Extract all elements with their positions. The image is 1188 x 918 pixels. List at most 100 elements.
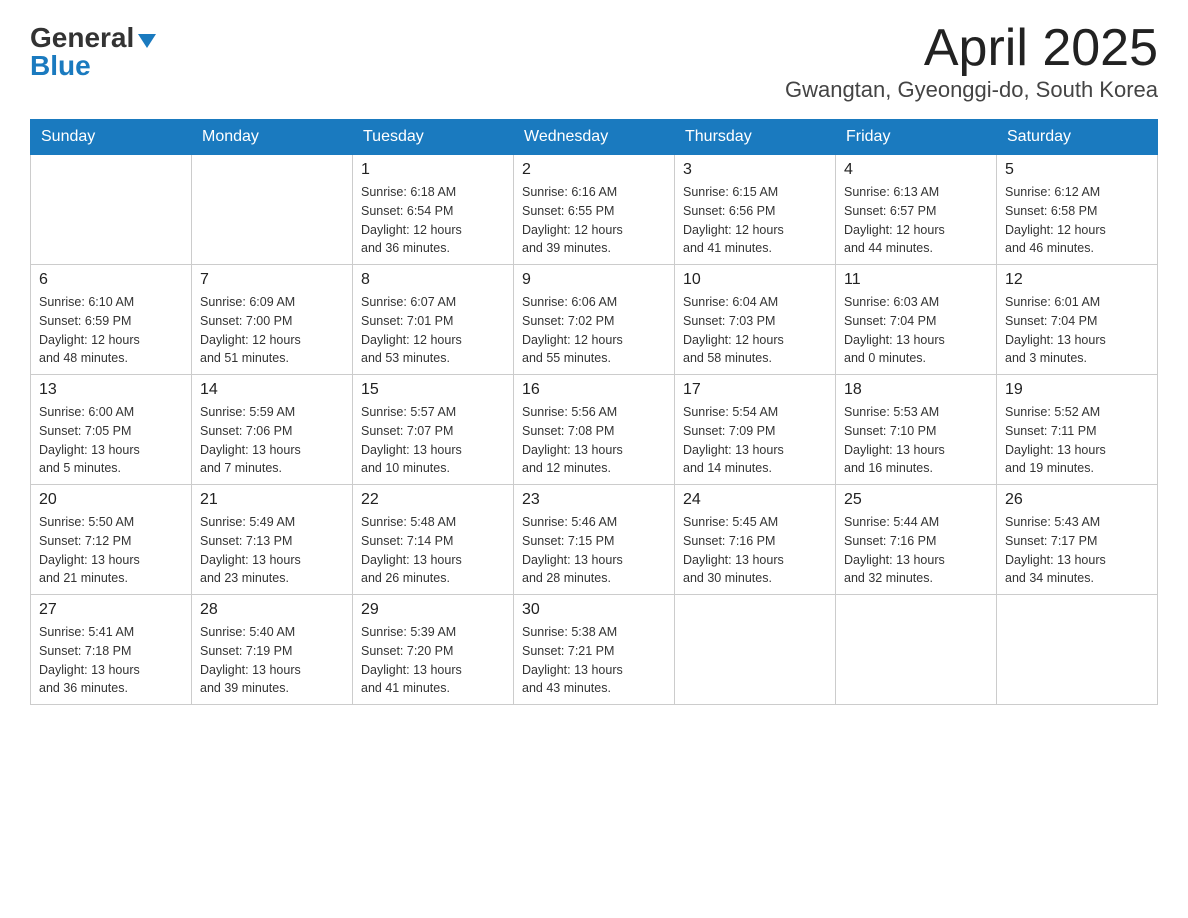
- column-header-thursday: Thursday: [675, 120, 836, 155]
- day-number: 30: [522, 601, 666, 619]
- calendar-cell: 25 Sunrise: 5:44 AMSunset: 7:16 PMDayligh…: [836, 485, 997, 595]
- calendar-title: April 2025: [785, 20, 1158, 77]
- day-number: 18: [844, 381, 988, 399]
- calendar-cell: 8 Sunrise: 6:07 AMSunset: 7:01 PMDaylight…: [353, 265, 514, 375]
- logo-general-text: General: [30, 24, 134, 52]
- day-info: Sunrise: 5:54 AMSunset: 7:09 PMDaylight:…: [683, 403, 827, 478]
- day-number: 8: [361, 271, 505, 289]
- day-info: Sunrise: 6:12 AMSunset: 6:58 PMDaylight:…: [1005, 183, 1149, 258]
- day-info: Sunrise: 5:46 AMSunset: 7:15 PMDaylight:…: [522, 513, 666, 588]
- calendar-body: 1Sunrise: 6:18 AMSunset: 6:54 PMDaylight…: [31, 155, 1158, 705]
- day-number: 16: [522, 381, 666, 399]
- day-info: Sunrise: 6:16 AMSunset: 6:55 PMDaylight:…: [522, 183, 666, 258]
- day-number: 20: [39, 491, 183, 509]
- header: General Blue April 2025 Gwangtan, Gyeong…: [30, 20, 1158, 103]
- column-header-tuesday: Tuesday: [353, 120, 514, 155]
- calendar-cell: 6 Sunrise: 6:10 AMSunset: 6:59 PMDaylight…: [31, 265, 192, 375]
- day-info: Sunrise: 6:01 AMSunset: 7:04 PMDaylight:…: [1005, 293, 1149, 368]
- day-number: 27: [39, 601, 183, 619]
- day-number: 7: [200, 271, 344, 289]
- calendar-cell: 26Sunrise: 5:43 AMSunset: 7:17 PMDayligh…: [997, 485, 1158, 595]
- day-number: 1: [361, 161, 505, 179]
- calendar-cell: 2 Sunrise: 6:16 AMSunset: 6:55 PMDaylight…: [514, 155, 675, 265]
- column-header-monday: Monday: [192, 120, 353, 155]
- day-number: 22: [361, 491, 505, 509]
- day-info: Sunrise: 6:00 AMSunset: 7:05 PMDaylight:…: [39, 403, 183, 478]
- calendar-cell: 29Sunrise: 5:39 AMSunset: 7:20 PMDayligh…: [353, 595, 514, 705]
- title-section: April 2025 Gwangtan, Gyeonggi-do, South …: [785, 20, 1158, 103]
- day-number: 29: [361, 601, 505, 619]
- calendar-cell: 27 Sunrise: 5:41 AMSunset: 7:18 PMDayligh…: [31, 595, 192, 705]
- calendar-cell: 10 Sunrise: 6:04 AMSunset: 7:03 PMDayligh…: [675, 265, 836, 375]
- calendar-cell: 5Sunrise: 6:12 AMSunset: 6:58 PMDaylight…: [997, 155, 1158, 265]
- calendar-cell: 15Sunrise: 5:57 AMSunset: 7:07 PMDayligh…: [353, 375, 514, 485]
- day-info: Sunrise: 5:59 AMSunset: 7:06 PMDaylight:…: [200, 403, 344, 478]
- day-number: 12: [1005, 271, 1149, 289]
- column-header-friday: Friday: [836, 120, 997, 155]
- calendar-cell: [675, 595, 836, 705]
- day-info: Sunrise: 5:41 AMSunset: 7:18 PMDaylight:…: [39, 623, 183, 698]
- calendar-cell: 11 Sunrise: 6:03 AMSunset: 7:04 PMDayligh…: [836, 265, 997, 375]
- week-row-3: 13 Sunrise: 6:00 AMSunset: 7:05 PMDayligh…: [31, 375, 1158, 485]
- day-info: Sunrise: 5:44 AMSunset: 7:16 PMDaylight:…: [844, 513, 988, 588]
- day-number: 4: [844, 161, 988, 179]
- calendar-cell: 9 Sunrise: 6:06 AMSunset: 7:02 PMDaylight…: [514, 265, 675, 375]
- day-number: 17: [683, 381, 827, 399]
- calendar-cell: [192, 155, 353, 265]
- day-info: Sunrise: 6:10 AMSunset: 6:59 PMDaylight:…: [39, 293, 183, 368]
- day-info: Sunrise: 6:04 AMSunset: 7:03 PMDaylight:…: [683, 293, 827, 368]
- calendar-cell: 23 Sunrise: 5:46 AMSunset: 7:15 PMDayligh…: [514, 485, 675, 595]
- calendar-cell: 22 Sunrise: 5:48 AMSunset: 7:14 PMDayligh…: [353, 485, 514, 595]
- day-number: 6: [39, 271, 183, 289]
- day-number: 11: [844, 271, 988, 289]
- column-header-wednesday: Wednesday: [514, 120, 675, 155]
- week-row-4: 20 Sunrise: 5:50 AMSunset: 7:12 PMDayligh…: [31, 485, 1158, 595]
- day-number: 23: [522, 491, 666, 509]
- day-info: Sunrise: 5:53 AMSunset: 7:10 PMDaylight:…: [844, 403, 988, 478]
- day-info: Sunrise: 5:56 AMSunset: 7:08 PMDaylight:…: [522, 403, 666, 478]
- day-info: Sunrise: 5:48 AMSunset: 7:14 PMDaylight:…: [361, 513, 505, 588]
- calendar-cell: 7 Sunrise: 6:09 AMSunset: 7:00 PMDaylight…: [192, 265, 353, 375]
- calendar-cell: [997, 595, 1158, 705]
- day-info: Sunrise: 5:50 AMSunset: 7:12 PMDaylight:…: [39, 513, 183, 588]
- calendar-cell: 14Sunrise: 5:59 AMSunset: 7:06 PMDayligh…: [192, 375, 353, 485]
- day-info: Sunrise: 6:03 AMSunset: 7:04 PMDaylight:…: [844, 293, 988, 368]
- day-number: 9: [522, 271, 666, 289]
- day-number: 28: [200, 601, 344, 619]
- column-header-saturday: Saturday: [997, 120, 1158, 155]
- day-number: 3: [683, 161, 827, 179]
- calendar-header-row: SundayMondayTuesdayWednesdayThursdayFrid…: [31, 120, 1158, 155]
- calendar-cell: 24Sunrise: 5:45 AMSunset: 7:16 PMDayligh…: [675, 485, 836, 595]
- day-info: Sunrise: 5:57 AMSunset: 7:07 PMDaylight:…: [361, 403, 505, 478]
- day-info: Sunrise: 6:07 AMSunset: 7:01 PMDaylight:…: [361, 293, 505, 368]
- calendar-cell: 18 Sunrise: 5:53 AMSunset: 7:10 PMDayligh…: [836, 375, 997, 485]
- calendar-cell: 20 Sunrise: 5:50 AMSunset: 7:12 PMDayligh…: [31, 485, 192, 595]
- calendar-cell: [836, 595, 997, 705]
- calendar-cell: 12 Sunrise: 6:01 AMSunset: 7:04 PMDayligh…: [997, 265, 1158, 375]
- day-info: Sunrise: 5:43 AMSunset: 7:17 PMDaylight:…: [1005, 513, 1149, 588]
- calendar-cell: 1Sunrise: 6:18 AMSunset: 6:54 PMDaylight…: [353, 155, 514, 265]
- day-number: 13: [39, 381, 183, 399]
- day-info: Sunrise: 6:13 AMSunset: 6:57 PMDaylight:…: [844, 183, 988, 258]
- day-number: 25: [844, 491, 988, 509]
- week-row-5: 27 Sunrise: 5:41 AMSunset: 7:18 PMDayligh…: [31, 595, 1158, 705]
- calendar-cell: [31, 155, 192, 265]
- day-info: Sunrise: 5:40 AMSunset: 7:19 PMDaylight:…: [200, 623, 344, 698]
- column-header-sunday: Sunday: [31, 120, 192, 155]
- calendar-cell: 19Sunrise: 5:52 AMSunset: 7:11 PMDayligh…: [997, 375, 1158, 485]
- calendar-cell: 21Sunrise: 5:49 AMSunset: 7:13 PMDayligh…: [192, 485, 353, 595]
- calendar-cell: 4 Sunrise: 6:13 AMSunset: 6:57 PMDaylight…: [836, 155, 997, 265]
- day-number: 10: [683, 271, 827, 289]
- day-number: 24: [683, 491, 827, 509]
- day-info: Sunrise: 6:06 AMSunset: 7:02 PMDaylight:…: [522, 293, 666, 368]
- calendar-cell: 17 Sunrise: 5:54 AMSunset: 7:09 PMDayligh…: [675, 375, 836, 485]
- logo-blue-text: Blue: [30, 52, 91, 80]
- day-number: 2: [522, 161, 666, 179]
- calendar-cell: 16 Sunrise: 5:56 AMSunset: 7:08 PMDayligh…: [514, 375, 675, 485]
- calendar-cell: 13 Sunrise: 6:00 AMSunset: 7:05 PMDayligh…: [31, 375, 192, 485]
- day-number: 21: [200, 491, 344, 509]
- logo: General Blue: [30, 20, 156, 80]
- day-info: Sunrise: 6:09 AMSunset: 7:00 PMDaylight:…: [200, 293, 344, 368]
- calendar-subtitle: Gwangtan, Gyeonggi-do, South Korea: [785, 77, 1158, 103]
- week-row-2: 6 Sunrise: 6:10 AMSunset: 6:59 PMDaylight…: [31, 265, 1158, 375]
